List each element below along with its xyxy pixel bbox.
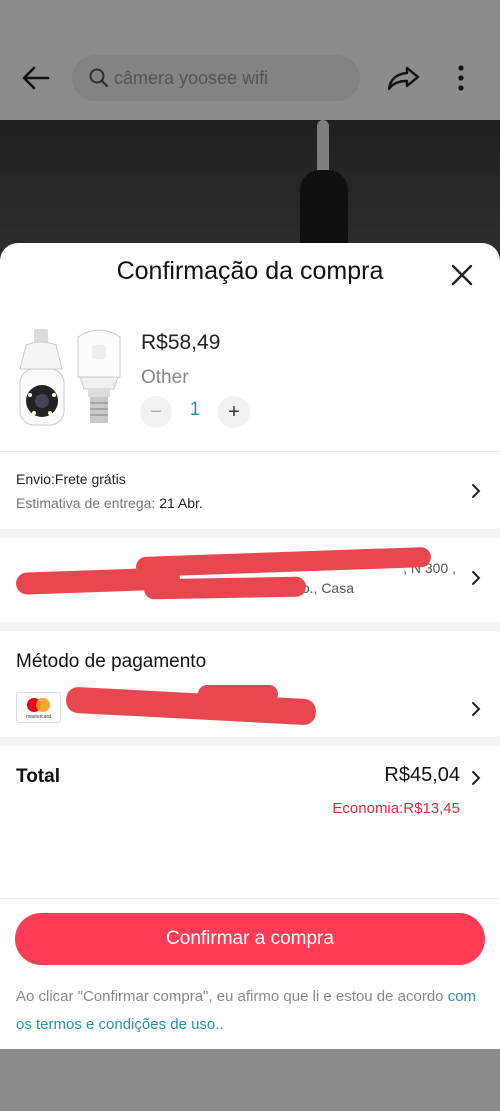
- payment-method-row[interactable]: Método de pagamento mastercard: [0, 627, 500, 737]
- close-icon: [451, 264, 473, 286]
- terms-notice: Ao clicar "Confirmar compra", eu afirmo …: [16, 983, 486, 1039]
- card-brand-text: mastercard: [26, 714, 51, 720]
- total-value: R$45,04: [384, 764, 460, 786]
- savings-text: Economia:R$13,45: [332, 800, 460, 817]
- section-divider: [0, 529, 500, 538]
- confirm-purchase-button[interactable]: Confirmar a compra: [15, 913, 485, 965]
- payment-method-title: Método de pagamento: [16, 651, 207, 672]
- delivery-estimate-label: Estimativa de entrega:: [16, 495, 156, 511]
- quantity-value[interactable]: 1: [182, 399, 208, 421]
- chevron-right-icon: [472, 771, 481, 785]
- close-button[interactable]: [446, 259, 478, 291]
- card-redaction: [198, 685, 278, 703]
- sheet-title: Confirmação da compra: [116, 257, 384, 285]
- address-redaction: [143, 576, 307, 600]
- sheet-footer: Confirmar a compra Ao clicar "Confirmar …: [0, 898, 500, 1049]
- product-price: R$58,49: [141, 331, 221, 354]
- delivery-estimate-date: 21 Abr.: [159, 495, 203, 511]
- card-redaction: [65, 686, 317, 726]
- chevron-right-icon: [472, 484, 481, 498]
- shipping-row[interactable]: Envio:Frete grátis Estimativa de entrega…: [0, 453, 500, 529]
- section-divider: [0, 737, 500, 746]
- purchase-confirmation-sheet: Confirmação da compra R$58,49 Other − 1 …: [0, 243, 500, 1049]
- product-thumbnail: [19, 329, 121, 426]
- mastercard-icon: mastercard: [16, 692, 61, 723]
- delivery-estimate: Estimativa de entrega: 21 Abr.: [16, 495, 203, 511]
- product-variant: Other: [141, 367, 189, 388]
- total-row[interactable]: Total R$45,04 Economia:R$13,45: [0, 748, 500, 838]
- divider: [0, 451, 500, 452]
- chevron-right-icon: [472, 571, 481, 585]
- quantity-decrease-button[interactable]: −: [140, 396, 172, 428]
- shipping-title: Envio:Frete grátis: [16, 471, 126, 487]
- total-label: Total: [16, 766, 60, 787]
- terms-text: Ao clicar "Confirmar compra", eu afirmo …: [16, 988, 448, 1005]
- shipping-address-row[interactable]: , N 300 , o., Casa: [0, 538, 500, 618]
- quantity-increase-button[interactable]: +: [218, 396, 250, 428]
- chevron-right-icon: [472, 702, 481, 716]
